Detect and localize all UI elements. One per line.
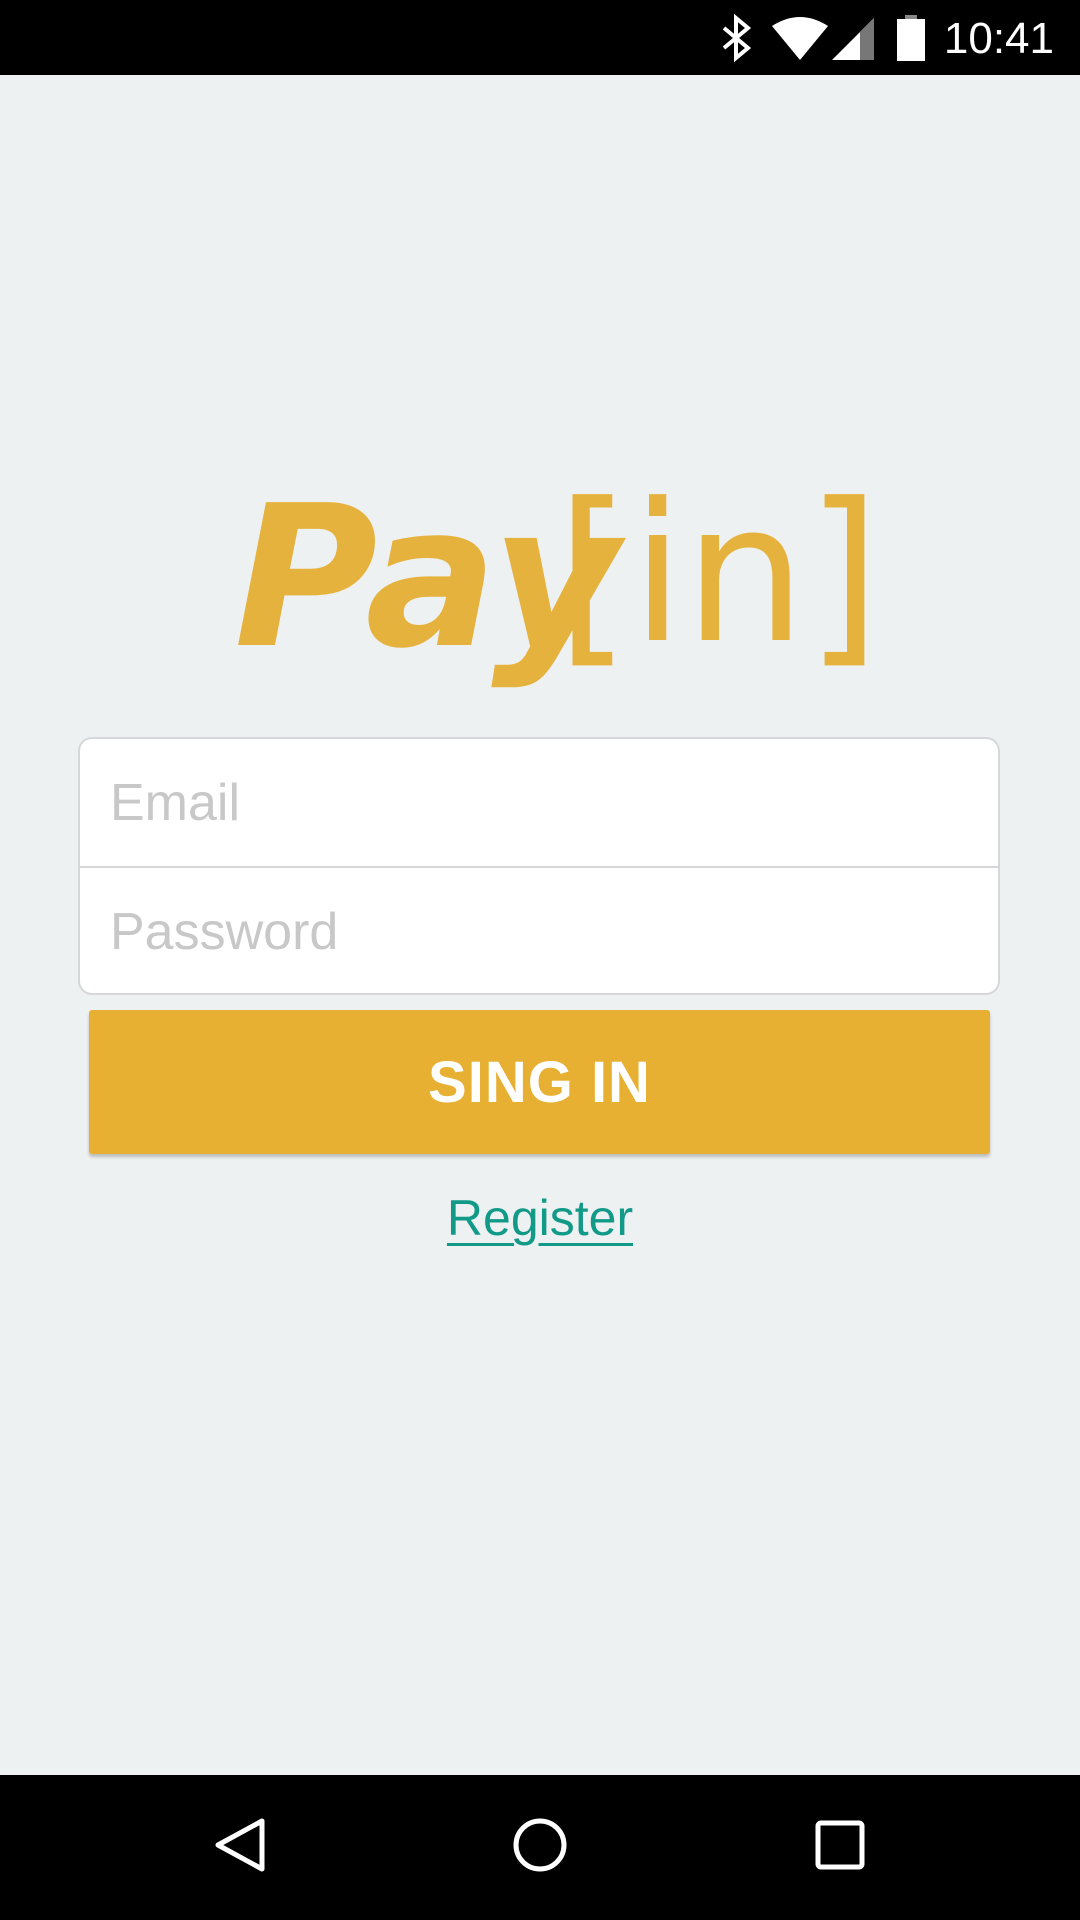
back-button[interactable] (160, 1775, 320, 1920)
status-time: 10:41 (943, 14, 1054, 63)
register-link[interactable]: Register (447, 1190, 633, 1246)
home-button[interactable] (460, 1775, 620, 1920)
register-link-container: Register (0, 1183, 1080, 1253)
sign-in-button[interactable]: SING IN (89, 1010, 990, 1154)
recents-icon (810, 1815, 870, 1880)
logo-text-in: [in] (556, 463, 881, 686)
login-form (78, 737, 1000, 995)
bluetooth-icon (720, 0, 754, 75)
status-bar: 10:41 (0, 0, 1080, 75)
battery-icon (896, 0, 926, 75)
cell-signal-icon (830, 0, 876, 75)
back-icon (210, 1815, 270, 1880)
home-icon (510, 1815, 570, 1880)
login-screen: Pay [in] SING IN Register (0, 75, 1080, 1775)
payin-logo: Pay [in] (234, 430, 881, 730)
recents-button[interactable] (760, 1775, 920, 1920)
wifi-icon (770, 0, 830, 75)
email-input[interactable] (80, 739, 998, 867)
navigation-bar (0, 1775, 1080, 1920)
password-input[interactable] (80, 868, 998, 993)
